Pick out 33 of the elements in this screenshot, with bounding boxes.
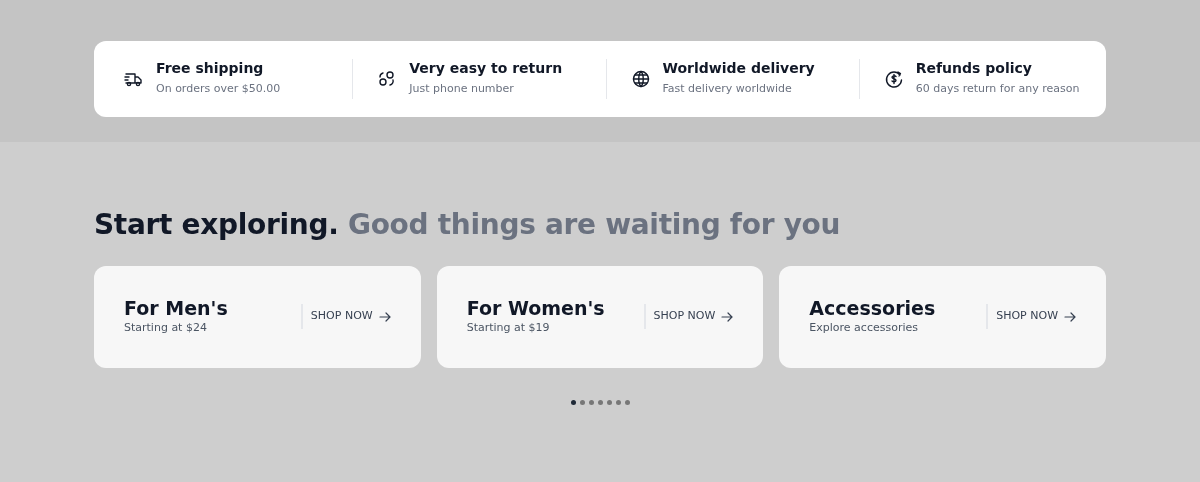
category-subtitle: Starting at $24 bbox=[124, 319, 208, 336]
category-card[interactable]: Accessories Explore accessories SHOP NOW bbox=[779, 265, 1106, 368]
arrow-right-icon bbox=[378, 311, 391, 322]
feature-subtitle: Fast delivery worldwide bbox=[662, 81, 793, 98]
category-subtitle: Explore accessories bbox=[809, 319, 919, 336]
feature-title: Very easy to return bbox=[409, 60, 563, 78]
category-card[interactable]: For Women's Starting at $19 SHOP NOW bbox=[436, 265, 764, 368]
arrow-right-icon bbox=[721, 311, 734, 322]
dollar-icon bbox=[883, 69, 904, 89]
feature-title: Free shipping bbox=[156, 60, 265, 78]
feature-subtitle: Just phone number bbox=[409, 81, 515, 98]
pager-dot[interactable] bbox=[624, 399, 630, 405]
shop-now-link[interactable]: SHOP NOW bbox=[300, 304, 391, 329]
category-card[interactable]: For Men's Starting at $24 SHOP NOW bbox=[94, 265, 421, 368]
pager-dot[interactable] bbox=[579, 399, 585, 405]
pager-dot[interactable] bbox=[570, 399, 576, 405]
feature-title: Refunds policy bbox=[915, 60, 1033, 78]
globe-icon bbox=[630, 69, 651, 89]
feature-subtitle: On orders over $50.00 bbox=[156, 81, 281, 98]
pager-dot[interactable] bbox=[588, 399, 594, 405]
shop-now-link[interactable]: SHOP NOW bbox=[986, 304, 1076, 329]
pager-dot[interactable] bbox=[615, 399, 621, 405]
category-title: Accessories bbox=[809, 296, 936, 320]
shop-now-link[interactable]: SHOP NOW bbox=[643, 304, 734, 329]
feature-subtitle: 60 days return for any reason bbox=[915, 81, 1080, 98]
feature-title: Worldwide delivery bbox=[662, 60, 815, 78]
pager-dot[interactable] bbox=[606, 399, 612, 405]
pager-dot[interactable] bbox=[597, 399, 603, 405]
arrow-right-icon bbox=[1064, 311, 1076, 322]
category-subtitle: Starting at $19 bbox=[466, 319, 551, 336]
category-title: For Men's bbox=[124, 296, 228, 320]
section-heading: Start exploring. Good things are waiting for you bbox=[94, 208, 842, 242]
category-title: For Women's bbox=[466, 296, 605, 320]
